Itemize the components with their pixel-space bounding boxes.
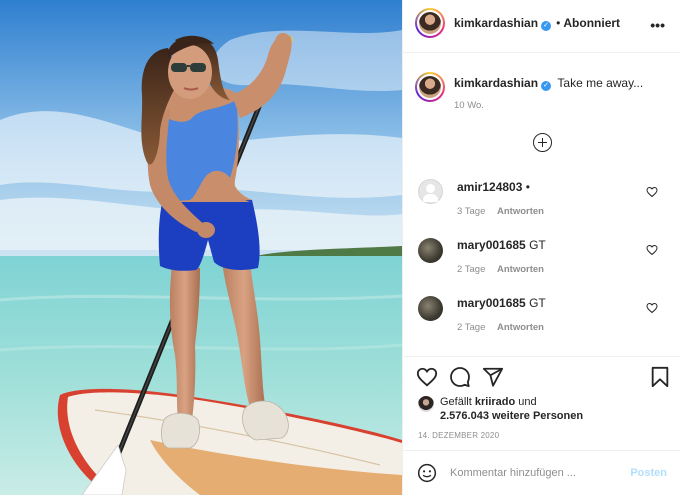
liker-avatar[interactable] (418, 396, 434, 412)
likes-line-1: Gefällt kriirado und (440, 396, 537, 408)
post-dialog: kimkardashian ✓ • Abonniert ••• kimkardas… (0, 0, 680, 495)
header-username[interactable]: kimkardashian (454, 16, 538, 30)
comment-text: GT (529, 296, 546, 310)
likes-joiner: und (518, 396, 537, 408)
caption: kimkardashian ✓ Take me away... (454, 76, 643, 91)
verified-badge-icon: ✓ (541, 21, 552, 31)
comment-like-heart-icon[interactable] (646, 302, 658, 314)
comment-text: GT (529, 238, 546, 252)
reply-button[interactable]: Antworten (497, 206, 544, 217)
comment-username[interactable]: amir124803 (457, 180, 522, 194)
comment-avatar[interactable] (418, 179, 443, 204)
caption-age: 10 Wo. (454, 100, 484, 111)
like-heart-icon[interactable] (416, 366, 438, 388)
comment-bubble-icon[interactable] (449, 366, 471, 388)
actions-divider (403, 356, 680, 357)
comment-like-heart-icon[interactable] (646, 186, 658, 198)
comment-age: 3 Tage (457, 206, 486, 217)
comment-box-divider (403, 450, 680, 451)
comment-age: 2 Tage (457, 322, 486, 333)
post-sidebar: kimkardashian ✓ • Abonniert ••• kimkardas… (402, 0, 680, 495)
post-photo[interactable] (0, 0, 402, 495)
reply-button[interactable]: Antworten (497, 264, 544, 275)
post-image (0, 0, 402, 495)
post-comment-button[interactable]: Posten (630, 467, 667, 479)
likes-prefix: Gefällt (440, 396, 472, 408)
comment-username[interactable]: mary001685 (457, 238, 526, 252)
save-bookmark-icon[interactable] (650, 366, 670, 388)
likes-count-link[interactable]: 2.576.043 weitere Personen (440, 410, 583, 422)
comment-username[interactable]: mary001685 (457, 296, 526, 310)
more-options-icon[interactable]: ••• (650, 17, 665, 33)
load-more-comments-icon[interactable] (533, 133, 552, 152)
share-paper-plane-icon[interactable] (482, 366, 504, 388)
post-date: 14. DEZEMBER 2020 (418, 431, 500, 440)
verified-badge-icon: ✓ (541, 81, 552, 91)
follow-status-button[interactable]: Abonniert (563, 16, 620, 30)
comment-text: • (525, 180, 530, 194)
caption-username[interactable]: kimkardashian (454, 76, 538, 90)
comment-input[interactable]: Kommentar hinzufügen ... (450, 467, 576, 479)
author-avatar[interactable] (415, 8, 445, 38)
header-user: kimkardashian ✓ • Abonniert (454, 16, 620, 31)
first-liker-link[interactable]: kriirado (475, 396, 515, 408)
comment-avatar[interactable] (418, 238, 443, 263)
comment-like-heart-icon[interactable] (646, 244, 658, 256)
caption-avatar[interactable] (415, 72, 445, 102)
comment-avatar[interactable] (418, 296, 443, 321)
reply-button[interactable]: Antworten (497, 322, 544, 333)
header-divider (403, 52, 680, 53)
comment-age: 2 Tage (457, 264, 486, 275)
caption-text: Take me away... (557, 76, 644, 90)
header-separator: • (556, 16, 561, 30)
emoji-smiley-icon[interactable] (417, 463, 437, 483)
